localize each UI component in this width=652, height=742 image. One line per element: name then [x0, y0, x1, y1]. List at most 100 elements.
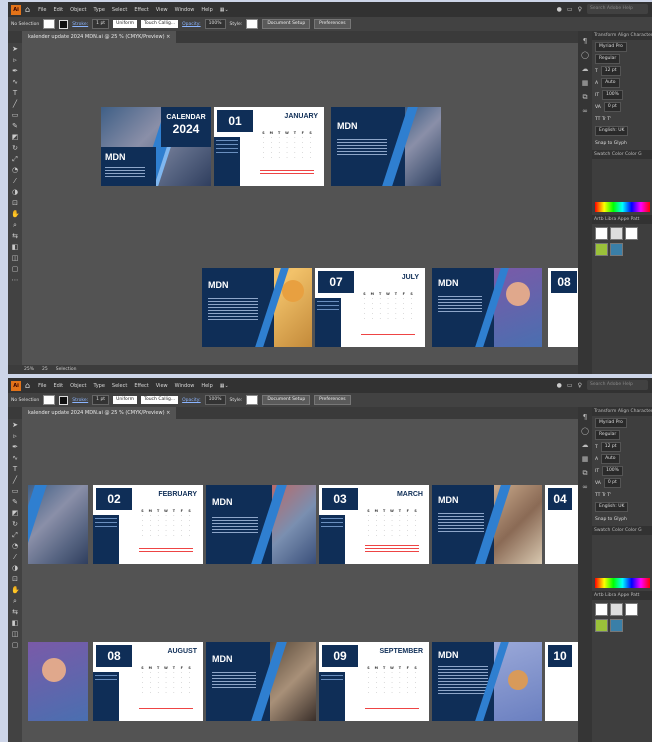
artboard-mdn-c[interactable]: MDN — [206, 642, 316, 721]
properties-icon[interactable]: ¶ — [581, 413, 589, 421]
selection-tool-icon[interactable]: ➤ — [11, 421, 19, 429]
color-tabs[interactable]: Swatch Color Color G — [592, 150, 652, 159]
fill-swatch[interactable] — [43, 395, 56, 405]
type-tool-icon[interactable]: T — [11, 89, 19, 97]
fill-stroke-icon[interactable]: ◧ — [11, 243, 19, 251]
artboard-mdn-b[interactable]: MDN — [432, 485, 542, 564]
rectangle-tool-icon[interactable]: ▭ — [11, 111, 19, 119]
zoom-tool-icon[interactable]: ⌕ — [11, 221, 19, 229]
font-size-field[interactable]: 12 pt — [600, 66, 621, 76]
links-icon[interactable]: ∞ — [581, 107, 589, 115]
font-size-field[interactable]: 12 pt — [600, 442, 621, 452]
libraries-icon[interactable]: ☁ — [581, 65, 589, 73]
type-tool-icon[interactable]: T — [11, 465, 19, 473]
workspace-switcher-icon[interactable]: ▦⌄ — [220, 383, 229, 389]
artboard-august[interactable]: 08 AUGUST S M T W T F S · · · · · · · · · · · · · · · · · · · · · · ·… — [93, 642, 203, 721]
arrange-icon[interactable]: ▭ — [567, 6, 573, 13]
eraser-tool-icon[interactable]: ◩ — [11, 509, 19, 517]
curvature-tool-icon[interactable]: ∿ — [11, 454, 19, 462]
menu-select[interactable]: Select — [112, 7, 127, 13]
brush-select[interactable]: Touch Callig... — [140, 20, 179, 28]
menu-help[interactable]: Help — [201, 7, 212, 13]
zoom-tool-icon[interactable]: ⌕ — [11, 597, 19, 605]
artboard-mdn-b[interactable]: MDN — [202, 268, 312, 347]
artboard-partial-left-2[interactable] — [28, 642, 88, 721]
close-icon[interactable]: × — [166, 410, 170, 416]
swatch[interactable] — [610, 603, 623, 616]
artboard-february[interactable]: 02 FEBRUARY S M T W T F S · · · · · · · · · · · · · · · · · · · · ·… — [93, 485, 203, 564]
artboard-tool-icon[interactable]: ⊡ — [11, 199, 19, 207]
home-icon[interactable]: ⌂ — [25, 5, 30, 14]
search-input[interactable]: Search Adobe Help — [587, 4, 648, 14]
artboard-mdn-d[interactable]: MDN — [432, 642, 542, 721]
font-style-field[interactable]: Regular — [595, 430, 621, 440]
artboard-july[interactable]: 07 JULY S M T W T F S · · · · · · · · · · · · · · · · · · · · · · · · ·… — [315, 268, 425, 347]
menu-file[interactable]: File — [38, 383, 46, 389]
user-icon[interactable]: ● — [557, 6, 562, 13]
font-style-field[interactable]: Regular — [595, 54, 621, 64]
color-spectrum[interactable] — [595, 202, 650, 212]
swatches-icon[interactable]: ▦ — [581, 79, 589, 87]
asset-tabs[interactable]: Artb Libra Appe Patt — [592, 215, 652, 224]
menu-view[interactable]: View — [156, 7, 168, 13]
stroke-label[interactable]: Stroke: — [72, 22, 88, 27]
color-spectrum[interactable] — [595, 578, 650, 588]
artboard-partial-left[interactable] — [28, 485, 88, 564]
artboard-january[interactable]: 01 JANUARY S M T W T F S · · · · · · · · · · · · · · · · · · · · · ·… — [214, 107, 324, 186]
artboard-tool-icon[interactable]: ⊡ — [11, 575, 19, 583]
direct-selection-tool-icon[interactable]: ▹ — [11, 56, 19, 64]
search-input[interactable]: Search Adobe Help — [587, 380, 648, 390]
zoom-level[interactable]: 25% — [24, 365, 34, 374]
preferences-button[interactable]: Preferences — [314, 395, 351, 405]
shape-builder-tool-icon[interactable]: ◔ — [11, 166, 19, 174]
language-field[interactable]: English: UK — [595, 126, 629, 136]
swatch[interactable] — [595, 603, 608, 616]
eraser-tool-icon[interactable]: ◩ — [11, 133, 19, 141]
selection-tool-icon[interactable]: ➤ — [11, 45, 19, 53]
rotate-tool-icon[interactable]: ↻ — [11, 520, 19, 528]
rotate-tool-icon[interactable]: ↻ — [11, 144, 19, 152]
document-tab[interactable]: kalender update 2024 MDN.ai @ 25 % (CMYK… — [22, 407, 177, 419]
menu-edit[interactable]: Edit — [53, 383, 63, 389]
fill-stroke-icon[interactable]: ◧ — [11, 619, 19, 627]
stroke-swatch[interactable] — [59, 395, 69, 405]
fill-swatch[interactable] — [43, 19, 56, 29]
swatch[interactable] — [610, 227, 623, 240]
swatch[interactable] — [610, 243, 623, 256]
tracking-field[interactable]: 0 pt — [603, 478, 621, 488]
hand-tool-icon[interactable]: ✋ — [11, 210, 20, 218]
color-sliders[interactable] — [595, 537, 650, 575]
scale-field[interactable]: 100% — [602, 466, 623, 476]
color-tabs[interactable]: Swatch Color Color G — [592, 526, 652, 535]
menu-window[interactable]: Window — [175, 383, 195, 389]
canvas[interactable]: CALENDAR 2024 MDN 01 JANUARY S M T W T F S · · · ·… — [22, 43, 578, 365]
opacity-label[interactable]: Opacity: — [182, 22, 201, 27]
eyedropper-tool-icon[interactable]: ⁄ — [11, 553, 19, 561]
blend-tool-icon[interactable]: ◑ — [11, 188, 19, 196]
shape-builder-tool-icon[interactable]: ◔ — [11, 542, 19, 550]
menu-select[interactable]: Select — [112, 383, 127, 389]
tracking-field[interactable]: 0 pt — [603, 102, 621, 112]
artboard-partial[interactable]: 08 — [548, 268, 578, 347]
artboard-september[interactable]: 09 SEPTEMBER S M T W T F S · · · · · · · · · · · · · · · · · · · ·… — [319, 642, 429, 721]
curvature-tool-icon[interactable]: ∿ — [11, 78, 19, 86]
artboard-partial-right[interactable]: 04 — [545, 485, 578, 564]
document-tab[interactable]: kalender update 2024 MDN.ai @ 25 % (CMYK… — [22, 31, 177, 43]
line-tool-icon[interactable]: ╱ — [11, 476, 19, 484]
document-setup-button[interactable]: Document Setup — [262, 395, 311, 405]
menu-view[interactable]: View — [156, 383, 168, 389]
swap-colors-icon[interactable]: ⇆ — [11, 232, 19, 240]
blend-tool-icon[interactable]: ◑ — [11, 564, 19, 572]
swatch[interactable] — [625, 603, 638, 616]
libraries-icon[interactable]: ☁ — [581, 441, 589, 449]
paragraph-icon[interactable]: ◯ — [581, 427, 589, 435]
stroke-label[interactable]: Stroke: — [72, 398, 88, 403]
scale-tool-icon[interactable]: ⤢ — [11, 531, 19, 539]
font-family-field[interactable]: Myriad Pro — [595, 418, 627, 428]
screen-mode-icon[interactable]: ▢ — [11, 641, 19, 649]
style-swatch[interactable] — [246, 19, 259, 29]
artboard-mdn-c[interactable]: MDN — [432, 268, 542, 347]
line-tool-icon[interactable]: ╱ — [11, 100, 19, 108]
language-field[interactable]: English: UK — [595, 502, 629, 512]
artboard-march[interactable]: 03 MARCH S M T W T F S · · · · · · · · · · · · · · · · · · · · · · · ·… — [319, 485, 429, 564]
